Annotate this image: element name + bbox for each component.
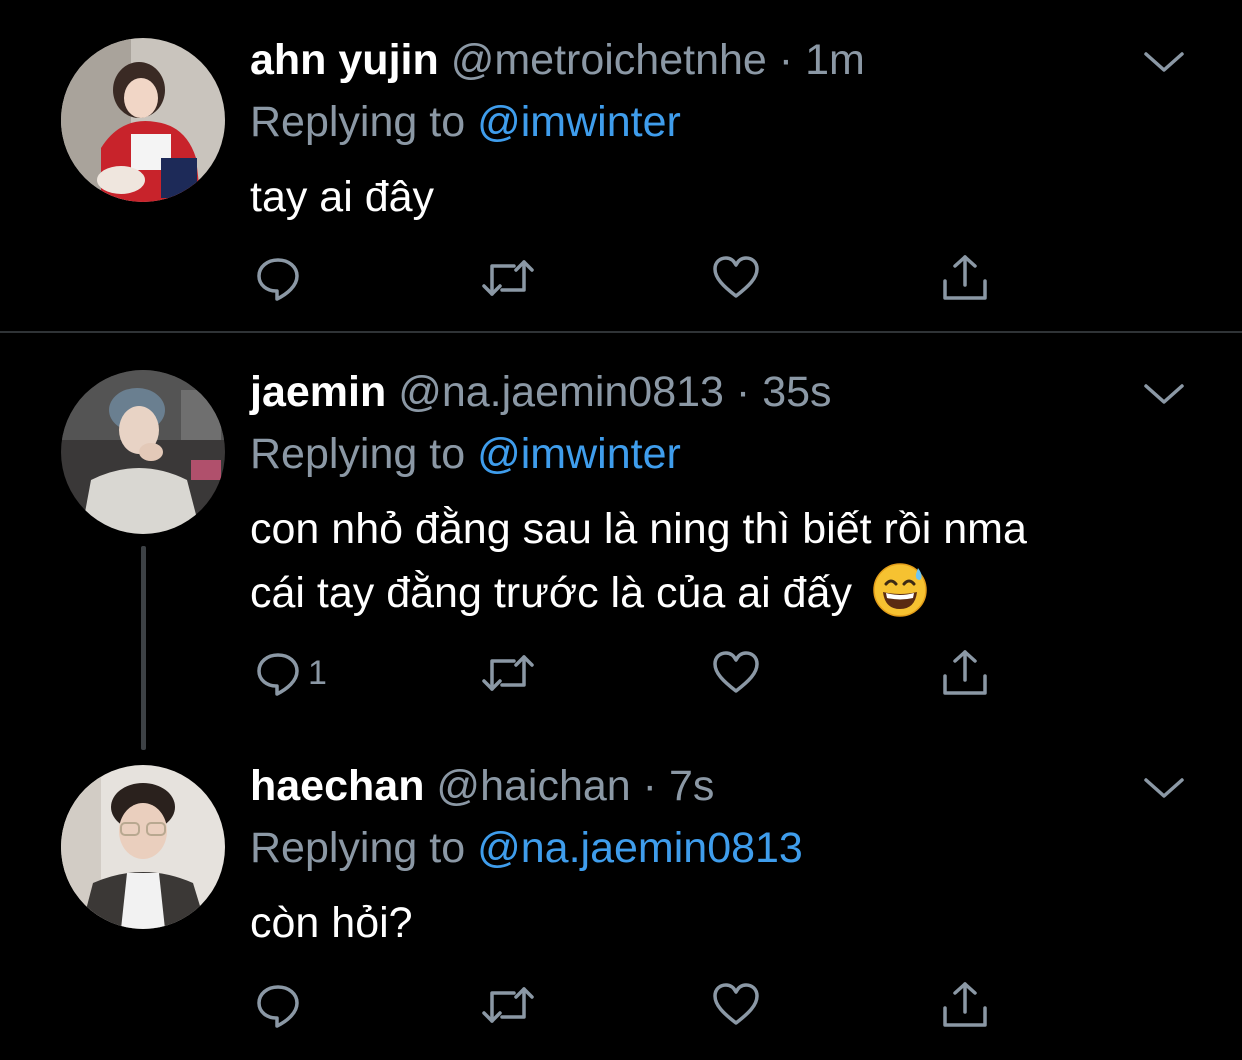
grinning-sweat-emoji: [873, 562, 927, 617]
timestamp[interactable]: 35s: [762, 368, 831, 416]
avatar[interactable]: [61, 38, 225, 202]
timestamp[interactable]: 7s: [669, 762, 714, 810]
display-name[interactable]: ahn yujin: [250, 36, 439, 84]
reply-context: Replying to @imwinter: [250, 96, 681, 148]
action-bar: [250, 248, 1010, 308]
share-icon: [943, 982, 987, 1027]
like-icon: [713, 651, 759, 693]
user-handle[interactable]: @haichan: [436, 762, 630, 810]
reply-icon: [257, 653, 299, 696]
retweet-icon: [482, 655, 534, 691]
retweet-button[interactable]: [480, 643, 536, 703]
reply-button[interactable]: [254, 975, 308, 1035]
action-bar: 1: [250, 643, 1010, 703]
user-handle[interactable]: @metroichetnhe: [451, 36, 767, 84]
tweet-text: tay ai đây: [250, 165, 434, 229]
avatar[interactable]: [61, 765, 225, 929]
reply-label: Replying to: [250, 430, 466, 478]
share-button[interactable]: [940, 248, 990, 308]
display-name[interactable]: haechan: [250, 762, 424, 810]
tweet-text-line: còn hỏi?: [250, 899, 413, 947]
user-handle[interactable]: @na.jaemin0813: [398, 368, 724, 416]
thread-line: [141, 546, 146, 750]
mention-link[interactable]: @na.jaemin0813: [477, 824, 803, 872]
retweet-icon: [482, 260, 534, 296]
tweet[interactable]: jaemin @na.jaemin0813 · 35s Replying to …: [0, 333, 1242, 750]
separator: ·: [778, 36, 794, 84]
mention-link[interactable]: @imwinter: [477, 430, 681, 478]
reply-count: 1: [308, 653, 327, 692]
tweet-text-line: cái tay đằng trước là của ai đấy: [250, 569, 852, 617]
tweet-text: con nhỏ đằng sau là ning thì biết rồi nm…: [250, 497, 1027, 625]
like-button[interactable]: [711, 975, 761, 1035]
reply-button[interactable]: 1: [254, 643, 327, 703]
reply-context: Replying to @imwinter: [250, 428, 681, 480]
tweet-text-line: con nhỏ đằng sau là ning thì biết rồi nm…: [250, 505, 1027, 553]
tweet-header: jaemin @na.jaemin0813 · 35s: [250, 366, 832, 418]
share-button[interactable]: [940, 975, 990, 1035]
reply-button[interactable]: [254, 248, 308, 308]
tweet-header: haechan @haichan · 7s: [250, 760, 714, 812]
mention-link[interactable]: @imwinter: [477, 98, 681, 146]
tweet[interactable]: ahn yujin @metroichetnhe · 1m Replying t…: [0, 0, 1242, 331]
reply-icon: [257, 258, 299, 301]
tweet-text-line-wrapper: cái tay đằng trước là của ai đấy: [250, 561, 1027, 625]
reply-label: Replying to: [250, 824, 466, 872]
share-icon: [943, 650, 987, 695]
separator: ·: [735, 368, 751, 416]
display-name[interactable]: jaemin: [250, 368, 386, 416]
like-button[interactable]: [711, 643, 761, 703]
share-icon: [943, 255, 987, 300]
retweet-button[interactable]: [480, 248, 536, 308]
chevron-down-icon[interactable]: [1140, 378, 1188, 408]
like-icon: [713, 983, 759, 1025]
tweet-header: ahn yujin @metroichetnhe · 1m: [250, 34, 865, 86]
separator: ·: [642, 762, 657, 810]
avatar[interactable]: [61, 370, 225, 534]
like-button[interactable]: [711, 248, 761, 308]
reply-context: Replying to @na.jaemin0813: [250, 822, 803, 874]
chevron-down-icon[interactable]: [1140, 772, 1188, 802]
chevron-down-icon[interactable]: [1140, 46, 1188, 76]
retweet-button[interactable]: [480, 975, 536, 1035]
share-button[interactable]: [940, 643, 990, 703]
retweet-icon: [482, 987, 534, 1023]
tweet-text: còn hỏi?: [250, 891, 413, 955]
tweet-text-line: tay ai đây: [250, 173, 435, 221]
action-bar: [250, 975, 1010, 1035]
tweet[interactable]: haechan @haichan · 7s Replying to @na.ja…: [0, 743, 1242, 1060]
timestamp[interactable]: 1m: [805, 36, 865, 84]
like-icon: [713, 256, 759, 298]
reply-icon: [257, 985, 299, 1028]
reply-label: Replying to: [250, 98, 466, 146]
